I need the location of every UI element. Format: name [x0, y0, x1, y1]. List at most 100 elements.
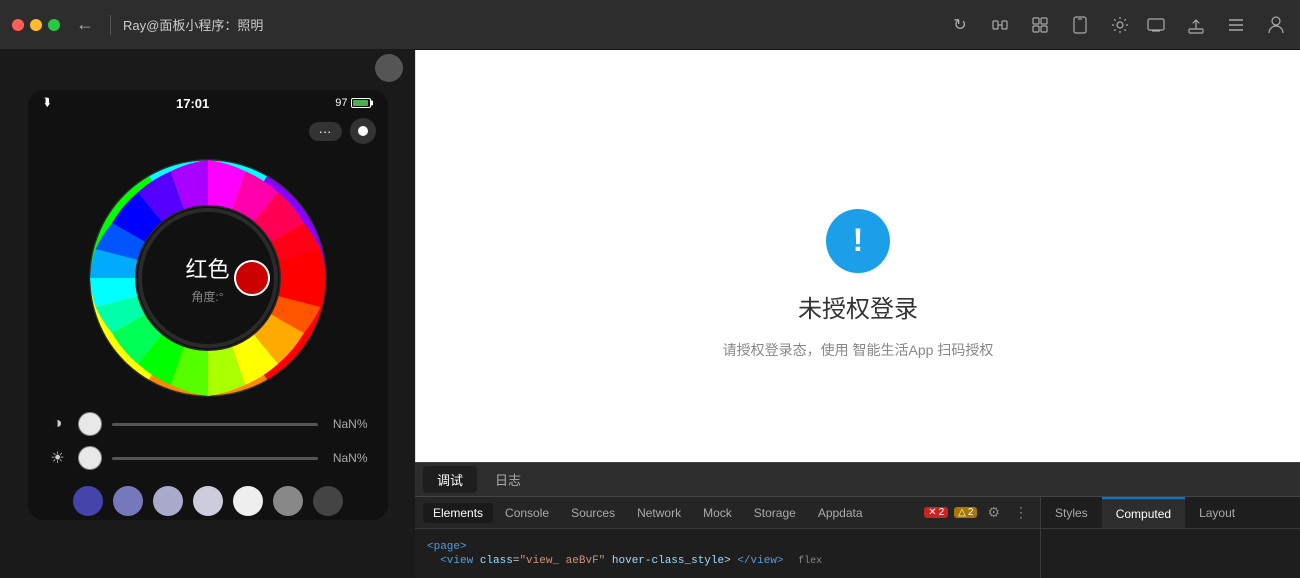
warn-icon: △ [958, 507, 966, 518]
code-tag-view: <view [440, 555, 473, 567]
tab-log[interactable]: 日志 [481, 466, 535, 493]
subtab-appdata[interactable]: Appdata [808, 503, 873, 523]
color-btn-gray[interactable] [273, 486, 303, 516]
subtab-mock[interactable]: Mock [693, 503, 742, 523]
color-btn-blue[interactable] [73, 486, 103, 516]
divider [110, 15, 111, 35]
preview-content: ! 未授权登录 请授权登录态，使用 智能生活App 扫码授权 [723, 209, 994, 360]
alert-symbol: ! [853, 222, 864, 259]
settings-icon[interactable] [1108, 13, 1132, 37]
devtools-more-icon[interactable]: ⋮ [1010, 504, 1032, 521]
color-btn-white[interactable] [233, 486, 263, 516]
error-badge: ✕ 2 [924, 507, 948, 518]
main-layout: ⮯ 17:01 97 ··· [0, 50, 1300, 578]
subtab-elements[interactable]: Elements [423, 503, 493, 523]
phone-record-button[interactable] [350, 118, 376, 144]
sliders-area: ◑ NaN% ☀ NaN [28, 404, 388, 478]
subtab-network[interactable]: Network [627, 503, 691, 523]
phone-time: 17:01 [176, 96, 209, 111]
subtab-sources[interactable]: Sources [561, 503, 625, 523]
slider1-thumb-circle [78, 412, 102, 436]
code-attr-hover: hover-class_style [612, 555, 724, 567]
color-label: 红色 [185, 252, 229, 284]
color-swatch[interactable] [234, 260, 270, 296]
warn-count: 2 [968, 507, 974, 518]
preview-title: 未授权登录 [798, 289, 918, 324]
devtools-panel: 调试 日志 Elements Console Sources Network M… [415, 462, 1300, 578]
traffic-lights [12, 19, 60, 31]
toolbar-icons: ↻ [948, 13, 1132, 37]
code-line-1: <page> [427, 541, 1028, 553]
devtools-left: Elements Console Sources Network Mock St… [415, 497, 1040, 578]
code-val-class: "view_ aeBvF" [519, 555, 605, 567]
error-icon: ✕ [928, 507, 936, 518]
devtools-settings-icon[interactable]: ⚙ [983, 504, 1004, 521]
tab-computed[interactable]: Computed [1102, 497, 1185, 528]
phone-bottom [28, 478, 388, 520]
preview-subtitle: 请授权登录态，使用 智能生活App 扫码授权 [723, 340, 994, 360]
slider2-thumb-circle [78, 446, 102, 470]
alert-icon-circle: ! [826, 209, 890, 273]
title-bar: ← Ray@面板小程序：照明 ↻ [0, 0, 1300, 50]
phone-device: ⮯ 17:01 97 ··· [28, 90, 388, 520]
phone-status-right: 97 [335, 97, 371, 109]
devtools-code-area: <page> <view class="view_ aeBvF" hover-c… [415, 529, 1040, 578]
error-count: 2 [939, 507, 945, 518]
phone-top-bar [0, 50, 415, 86]
user-icon[interactable] [1264, 13, 1288, 37]
battery-icon [351, 98, 371, 108]
devtools-subtab-right: ✕ 2 △ 2 ⚙ ⋮ [924, 504, 1032, 521]
close-button[interactable] [12, 19, 24, 31]
fullscreen-button[interactable] [48, 19, 60, 31]
device-icon[interactable] [1068, 13, 1092, 37]
back-button[interactable]: ← [72, 12, 98, 38]
battery-percentage: 97 [335, 97, 347, 109]
upload-icon[interactable] [1184, 13, 1208, 37]
reload-icon[interactable]: ↻ [948, 13, 972, 37]
phone-status-bar: ⮯ 17:01 97 [28, 90, 388, 114]
slider2-value: NaN% [328, 451, 368, 465]
record-dot [358, 126, 368, 136]
code-tag-page: <page> [427, 541, 467, 553]
slider1-value: NaN% [328, 417, 368, 431]
subtab-console[interactable]: Console [495, 503, 559, 523]
color-btn-pale[interactable] [193, 486, 223, 516]
slider1-thumb[interactable] [78, 412, 102, 436]
list-icon[interactable] [1224, 13, 1248, 37]
tab-debug[interactable]: 调试 [423, 466, 477, 493]
color-btn-dark[interactable] [313, 486, 343, 516]
phone-dots-button[interactable]: ··· [309, 122, 342, 141]
contrast-icon: ◑ [48, 415, 68, 433]
color-btn-purple[interactable] [113, 486, 143, 516]
minimize-button[interactable] [30, 19, 42, 31]
contrast-slider-row: ◑ NaN% [48, 412, 368, 436]
grid-icon[interactable] [1028, 13, 1052, 37]
devtools-bottom: Elements Console Sources Network Mock St… [415, 497, 1300, 578]
code-hint: flex [798, 556, 822, 567]
phone-panel: ⮯ 17:01 97 ··· [0, 50, 415, 578]
devtools-subtabs: Elements Console Sources Network Mock St… [415, 497, 1040, 529]
tab-styles[interactable]: Styles [1041, 497, 1102, 528]
wifi-icon: ⮯ [44, 97, 51, 110]
slider2-track[interactable] [112, 457, 318, 460]
color-btn-light[interactable] [153, 486, 183, 516]
warn-badge: △ 2 [954, 507, 977, 518]
styles-panel: Styles Computed Layout [1040, 497, 1300, 578]
toolbar-right [1144, 13, 1288, 37]
code-line-2: <view class="view_ aeBvF" hover-class_st… [427, 555, 1028, 567]
phone-avatar[interactable] [375, 54, 403, 82]
brightness-icon: ☀ [48, 448, 68, 468]
brightness-slider-row: ☀ NaN% [48, 446, 368, 470]
phone-controls-bar: ··· [28, 114, 388, 148]
tab-layout[interactable]: Layout [1185, 497, 1249, 528]
color-wheel-container: 红色 角度:° [28, 148, 388, 404]
screen-icon[interactable] [1144, 13, 1168, 37]
color-buttons-row [73, 486, 343, 516]
slider1-track[interactable] [112, 423, 318, 426]
compile-icon[interactable] [988, 13, 1012, 37]
devtools-tabs: 调试 日志 [415, 463, 1300, 497]
color-wheel-wrapper[interactable]: 红色 角度:° [88, 158, 328, 398]
slider2-thumb[interactable] [78, 446, 102, 470]
app-title: Ray@面板小程序：照明 [123, 15, 936, 34]
subtab-storage[interactable]: Storage [744, 503, 806, 523]
